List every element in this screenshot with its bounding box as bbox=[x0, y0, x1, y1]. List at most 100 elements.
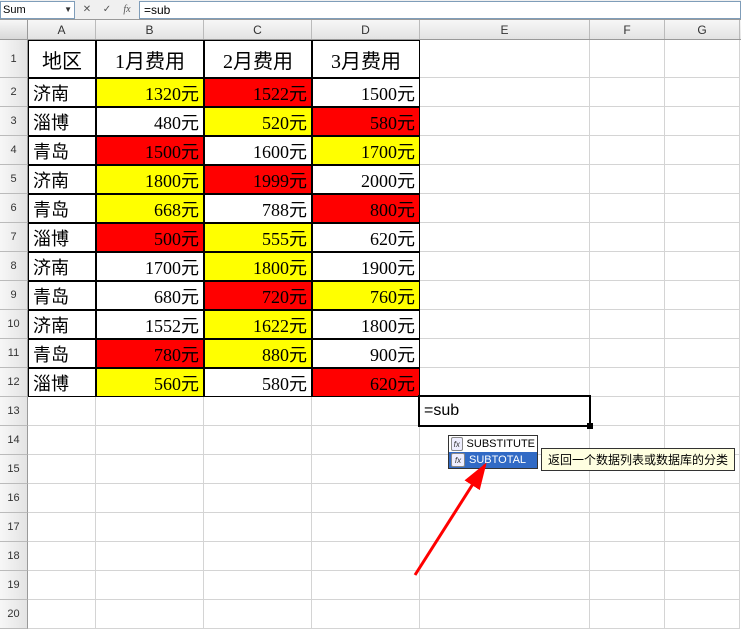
cell[interactable] bbox=[590, 513, 665, 542]
cell[interactable] bbox=[590, 571, 665, 600]
cell[interactable]: 济南 bbox=[28, 252, 96, 281]
cell[interactable] bbox=[665, 513, 740, 542]
col-header-C[interactable]: C bbox=[204, 20, 312, 39]
cell[interactable]: 500元 bbox=[96, 223, 204, 252]
cell[interactable] bbox=[96, 397, 204, 426]
cell[interactable] bbox=[204, 455, 312, 484]
cell[interactable]: 2月费用 bbox=[204, 40, 312, 78]
cell[interactable] bbox=[96, 571, 204, 600]
cell[interactable]: 青岛 bbox=[28, 281, 96, 310]
cell[interactable] bbox=[590, 194, 665, 223]
cell[interactable] bbox=[665, 484, 740, 513]
cell[interactable]: 580元 bbox=[204, 368, 312, 397]
cell[interactable] bbox=[590, 252, 665, 281]
chevron-down-icon[interactable]: ▼ bbox=[64, 5, 72, 14]
cell[interactable] bbox=[590, 165, 665, 194]
row-header[interactable]: 6 bbox=[0, 194, 28, 223]
confirm-formula-button[interactable]: ✓ bbox=[99, 2, 115, 18]
cell[interactable] bbox=[420, 368, 590, 397]
cell[interactable]: 1800元 bbox=[96, 165, 204, 194]
cell[interactable] bbox=[420, 107, 590, 136]
cell[interactable]: 668元 bbox=[96, 194, 204, 223]
cell[interactable] bbox=[96, 542, 204, 571]
autocomplete-item-substitute[interactable]: fx SUBSTITUTE bbox=[449, 436, 537, 452]
cell[interactable] bbox=[312, 484, 420, 513]
cell[interactable]: 1320元 bbox=[96, 78, 204, 107]
col-header-D[interactable]: D bbox=[312, 20, 420, 39]
cell[interactable] bbox=[420, 136, 590, 165]
cell[interactable] bbox=[590, 397, 665, 426]
cell[interactable] bbox=[665, 136, 740, 165]
cell[interactable] bbox=[420, 484, 590, 513]
row-header[interactable]: 15 bbox=[0, 455, 28, 484]
col-header-F[interactable]: F bbox=[590, 20, 665, 39]
row-header[interactable]: 14 bbox=[0, 426, 28, 455]
cell[interactable] bbox=[312, 513, 420, 542]
row-header[interactable]: 11 bbox=[0, 339, 28, 368]
cell[interactable] bbox=[204, 484, 312, 513]
row-header[interactable]: 1 bbox=[0, 40, 28, 78]
formula-input[interactable]: =sub bbox=[139, 1, 741, 19]
cell[interactable] bbox=[665, 397, 740, 426]
cell[interactable] bbox=[28, 571, 96, 600]
cell[interactable] bbox=[590, 600, 665, 629]
cell[interactable]: 1600元 bbox=[204, 136, 312, 165]
cell[interactable] bbox=[420, 281, 590, 310]
cell[interactable] bbox=[665, 223, 740, 252]
cell[interactable] bbox=[420, 600, 590, 629]
cell[interactable] bbox=[204, 513, 312, 542]
cell[interactable] bbox=[590, 542, 665, 571]
cell[interactable]: 560元 bbox=[96, 368, 204, 397]
cell[interactable] bbox=[665, 78, 740, 107]
col-header-A[interactable]: A bbox=[28, 20, 96, 39]
cell[interactable] bbox=[590, 136, 665, 165]
cell[interactable]: 2000元 bbox=[312, 165, 420, 194]
col-header-B[interactable]: B bbox=[96, 20, 204, 39]
cell[interactable] bbox=[204, 600, 312, 629]
cell[interactable] bbox=[590, 281, 665, 310]
name-box[interactable]: Sum ▼ bbox=[0, 1, 75, 19]
row-header[interactable]: 8 bbox=[0, 252, 28, 281]
row-header[interactable]: 7 bbox=[0, 223, 28, 252]
row-header[interactable]: 9 bbox=[0, 281, 28, 310]
cell[interactable] bbox=[96, 426, 204, 455]
row-header[interactable]: 19 bbox=[0, 571, 28, 600]
cell[interactable] bbox=[420, 542, 590, 571]
cell[interactable] bbox=[96, 484, 204, 513]
row-header[interactable]: 12 bbox=[0, 368, 28, 397]
cell[interactable]: 1800元 bbox=[204, 252, 312, 281]
cell[interactable] bbox=[28, 513, 96, 542]
cell[interactable]: 1月费用 bbox=[96, 40, 204, 78]
cell[interactable] bbox=[665, 107, 740, 136]
cell[interactable] bbox=[312, 397, 420, 426]
cell[interactable] bbox=[204, 426, 312, 455]
cell[interactable]: 济南 bbox=[28, 165, 96, 194]
cell[interactable] bbox=[665, 281, 740, 310]
cell[interactable]: 720元 bbox=[204, 281, 312, 310]
cell[interactable] bbox=[590, 40, 665, 78]
cell[interactable] bbox=[420, 310, 590, 339]
cell[interactable]: 3月费用 bbox=[312, 40, 420, 78]
row-header[interactable]: 16 bbox=[0, 484, 28, 513]
row-header[interactable]: 10 bbox=[0, 310, 28, 339]
cell[interactable] bbox=[590, 339, 665, 368]
cell[interactable] bbox=[96, 455, 204, 484]
cell[interactable] bbox=[665, 310, 740, 339]
cell[interactable]: 淄博 bbox=[28, 107, 96, 136]
cell[interactable] bbox=[665, 368, 740, 397]
cell[interactable] bbox=[28, 600, 96, 629]
cell[interactable] bbox=[665, 194, 740, 223]
cell[interactable]: 1500元 bbox=[312, 78, 420, 107]
cell[interactable]: 1999元 bbox=[204, 165, 312, 194]
cell[interactable] bbox=[312, 426, 420, 455]
cell[interactable] bbox=[204, 542, 312, 571]
cell[interactable] bbox=[590, 223, 665, 252]
cell[interactable]: 880元 bbox=[204, 339, 312, 368]
cell[interactable] bbox=[420, 339, 590, 368]
cell[interactable] bbox=[312, 600, 420, 629]
cell[interactable] bbox=[28, 426, 96, 455]
cell[interactable] bbox=[420, 513, 590, 542]
cell[interactable]: 青岛 bbox=[28, 194, 96, 223]
cell[interactable]: 620元 bbox=[312, 223, 420, 252]
cell[interactable] bbox=[590, 78, 665, 107]
